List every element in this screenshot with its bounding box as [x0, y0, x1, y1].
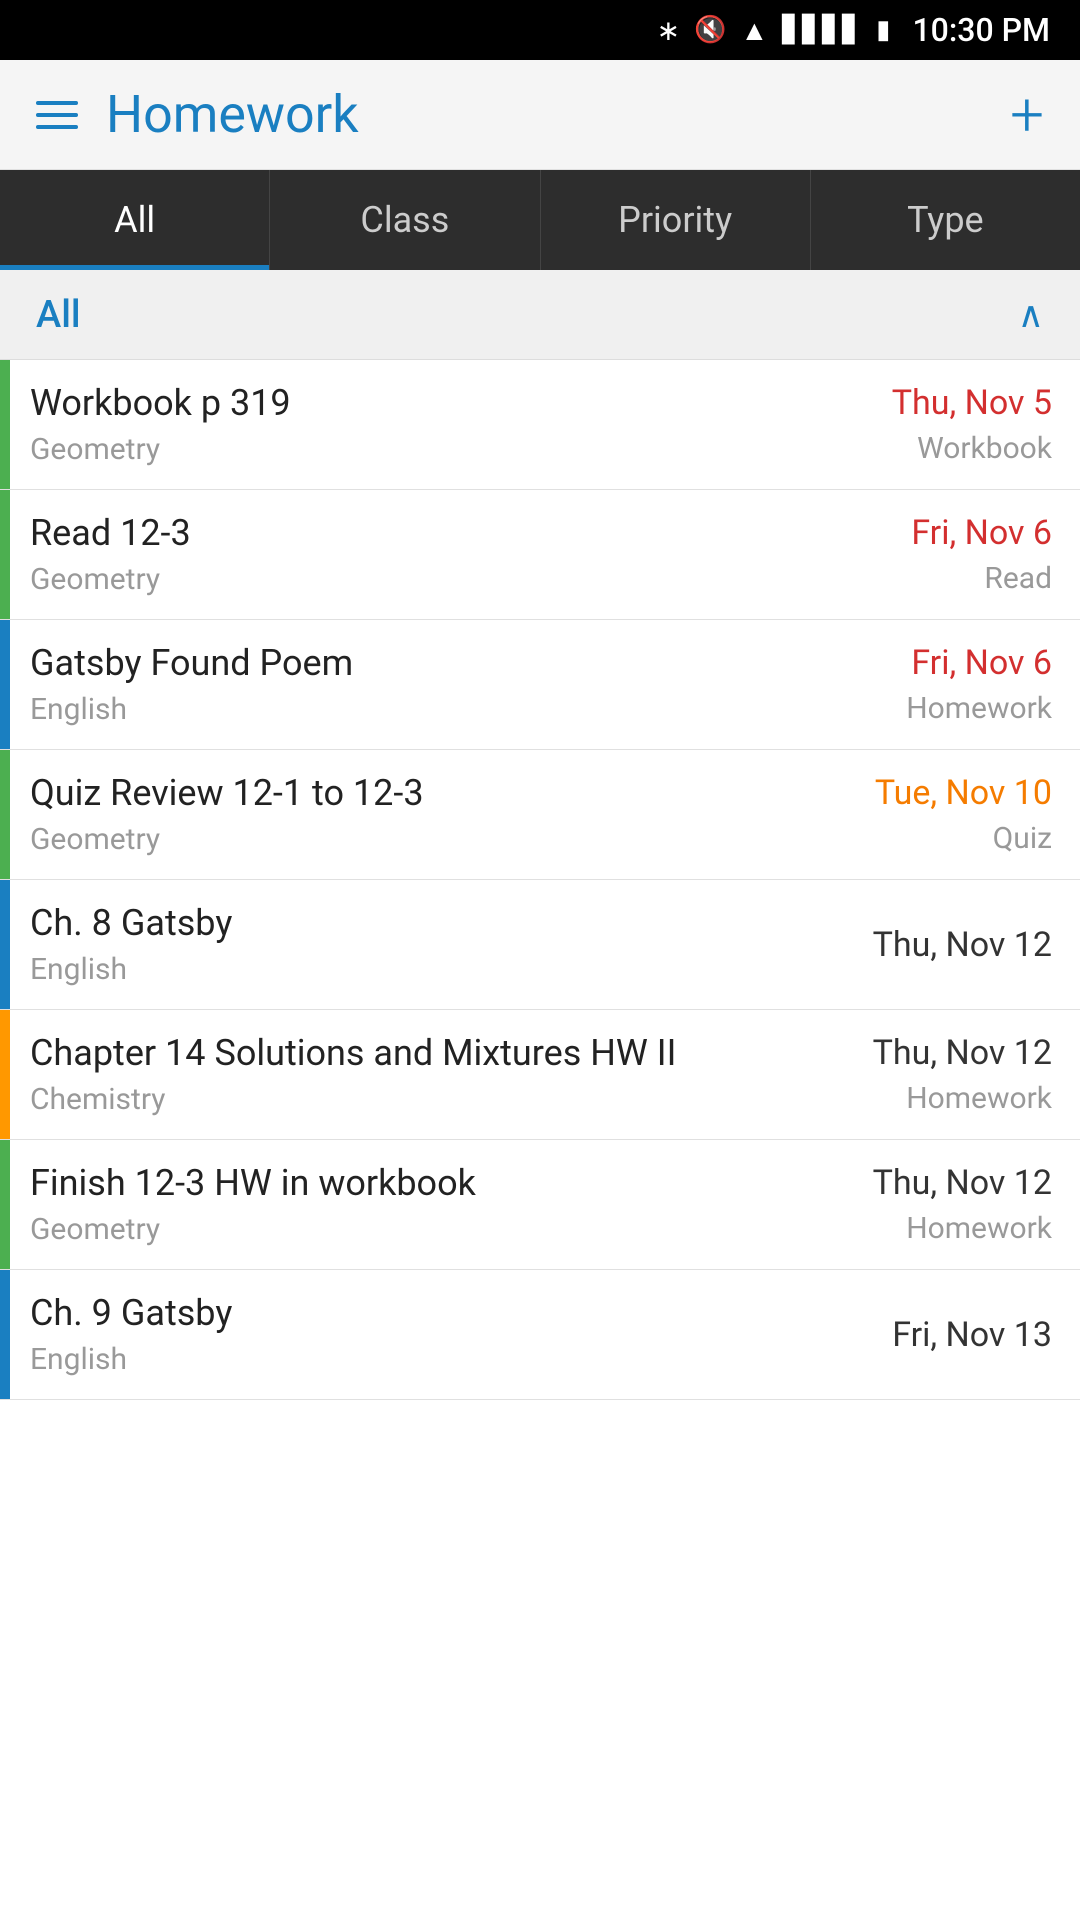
item-type: Workbook [917, 431, 1052, 466]
tab-type[interactable]: Type [811, 170, 1080, 270]
item-subtitle: Geometry [30, 562, 191, 597]
item-content: Read 12-3 Geometry Fri, Nov 6 Read [10, 490, 1080, 619]
item-right: Thu, Nov 5 Workbook [892, 383, 1052, 466]
item-accent [0, 1010, 10, 1139]
item-title: Gatsby Found Poem [30, 642, 353, 684]
tab-all[interactable]: All [0, 170, 270, 270]
item-accent [0, 360, 10, 489]
list-item[interactable]: Quiz Review 12-1 to 12-3 Geometry Tue, Nov… [0, 750, 1080, 880]
item-accent [0, 750, 10, 879]
item-right: Fri, Nov 13 [892, 1315, 1052, 1355]
item-subtitle: English [30, 692, 353, 727]
filter-row[interactable]: All ∧ [0, 270, 1080, 360]
item-left: Ch. 8 Gatsby English [30, 902, 232, 987]
item-title: Ch. 8 Gatsby [30, 902, 232, 944]
item-date: Thu, Nov 12 [873, 1033, 1052, 1073]
tab-bar: AllClassPriorityType [0, 170, 1080, 270]
item-type: Homework [906, 1211, 1052, 1246]
item-accent [0, 490, 10, 619]
item-accent [0, 620, 10, 749]
item-title: Workbook p 319 [30, 382, 291, 424]
item-right: Fri, Nov 6 Read [911, 513, 1052, 596]
item-subtitle: Geometry [30, 1212, 476, 1247]
item-date: Thu, Nov 5 [892, 383, 1052, 423]
item-left: Read 12-3 Geometry [30, 512, 191, 597]
item-type: Read [984, 561, 1052, 596]
item-right: Fri, Nov 6 Homework [906, 643, 1052, 726]
item-title: Finish 12-3 HW in workbook [30, 1162, 476, 1204]
battery-icon: ▮ [876, 15, 890, 45]
item-content: Quiz Review 12-1 to 12-3 Geometry Tue, Nov… [10, 750, 1080, 879]
item-title: Quiz Review 12-1 to 12-3 [30, 772, 424, 814]
item-left: Workbook p 319 Geometry [30, 382, 291, 467]
item-type: Quiz [993, 821, 1052, 856]
item-date: Thu, Nov 12 [873, 925, 1052, 965]
status-bar: ∗ 🔇 ▲ ▋▋▋▋ ▮ 10:30 PM [0, 0, 1080, 60]
list-item[interactable]: Workbook p 319 Geometry Thu, Nov 5 Workbook [0, 360, 1080, 490]
item-left: Ch. 9 Gatsby English [30, 1292, 232, 1377]
homework-list: Workbook p 319GeometryThu, Nov 5Workbook… [0, 360, 1080, 1400]
item-subtitle: English [30, 1342, 232, 1377]
list-item[interactable]: Finish 12-3 HW in workbook Geometry Thu, N… [0, 1140, 1080, 1270]
item-date: Fri, Nov 13 [892, 1315, 1052, 1355]
list-item[interactable]: Ch. 8 Gatsby English Thu, Nov 12 [0, 880, 1080, 1010]
item-accent [0, 880, 10, 1009]
list-item[interactable]: Read 12-3 Geometry Fri, Nov 6 Read [0, 490, 1080, 620]
add-button[interactable]: + [1010, 85, 1044, 145]
item-type: Homework [906, 1081, 1052, 1116]
list-item[interactable]: Gatsby Found Poem English Fri, Nov 6 Homewo… [0, 620, 1080, 750]
item-right: Thu, Nov 12 Homework [873, 1033, 1052, 1116]
item-left: Finish 12-3 HW in workbook Geometry [30, 1162, 476, 1247]
item-left: Chapter 14 Solutions and Mixtures HW II C… [30, 1032, 676, 1117]
item-content: Gatsby Found Poem English Fri, Nov 6 Homewo… [10, 620, 1080, 749]
item-content: Ch. 9 Gatsby English Fri, Nov 13 [10, 1270, 1080, 1399]
bluetooth-icon: ∗ [657, 14, 680, 47]
item-accent [0, 1140, 10, 1269]
item-content: Chapter 14 Solutions and Mixtures HW II C… [10, 1010, 1080, 1139]
item-content: Workbook p 319 Geometry Thu, Nov 5 Workbook [10, 360, 1080, 489]
item-subtitle: Geometry [30, 822, 424, 857]
page-title: Homework [106, 84, 359, 145]
filter-chevron-icon[interactable]: ∧ [1018, 294, 1044, 336]
list-item[interactable]: Ch. 9 Gatsby English Fri, Nov 13 [0, 1270, 1080, 1400]
header: Homework + [0, 60, 1080, 170]
item-date: Tue, Nov 10 [875, 773, 1052, 813]
filter-label: All [36, 293, 81, 337]
item-accent [0, 1270, 10, 1399]
mute-icon: 🔇 [694, 15, 726, 45]
item-right: Thu, Nov 12 Homework [873, 1163, 1052, 1246]
item-date: Fri, Nov 6 [911, 513, 1052, 553]
item-left: Quiz Review 12-1 to 12-3 Geometry [30, 772, 424, 857]
signal-icon: ▋▋▋▋ [782, 15, 862, 45]
list-item[interactable]: Chapter 14 Solutions and Mixtures HW II C… [0, 1010, 1080, 1140]
menu-button[interactable] [36, 101, 78, 129]
header-left: Homework [36, 84, 359, 145]
item-subtitle: English [30, 952, 232, 987]
item-right: Thu, Nov 12 [873, 925, 1052, 965]
item-title: Read 12-3 [30, 512, 191, 554]
item-subtitle: Chemistry [30, 1082, 676, 1117]
item-content: Finish 12-3 HW in workbook Geometry Thu, N… [10, 1140, 1080, 1269]
wifi-icon: ▲ [740, 14, 768, 47]
item-right: Tue, Nov 10 Quiz [875, 773, 1052, 856]
item-left: Gatsby Found Poem English [30, 642, 353, 727]
tab-priority[interactable]: Priority [541, 170, 811, 270]
tab-class[interactable]: Class [270, 170, 540, 270]
item-type: Homework [906, 691, 1052, 726]
item-date: Fri, Nov 6 [911, 643, 1052, 683]
status-icons: ∗ 🔇 ▲ ▋▋▋▋ ▮ 10:30 PM [657, 11, 1050, 49]
status-time: 10:30 PM [912, 11, 1050, 49]
item-date: Thu, Nov 12 [873, 1163, 1052, 1203]
item-title: Ch. 9 Gatsby [30, 1292, 232, 1334]
item-subtitle: Geometry [30, 432, 291, 467]
item-title: Chapter 14 Solutions and Mixtures HW II [30, 1032, 676, 1074]
item-content: Ch. 8 Gatsby English Thu, Nov 12 [10, 880, 1080, 1009]
